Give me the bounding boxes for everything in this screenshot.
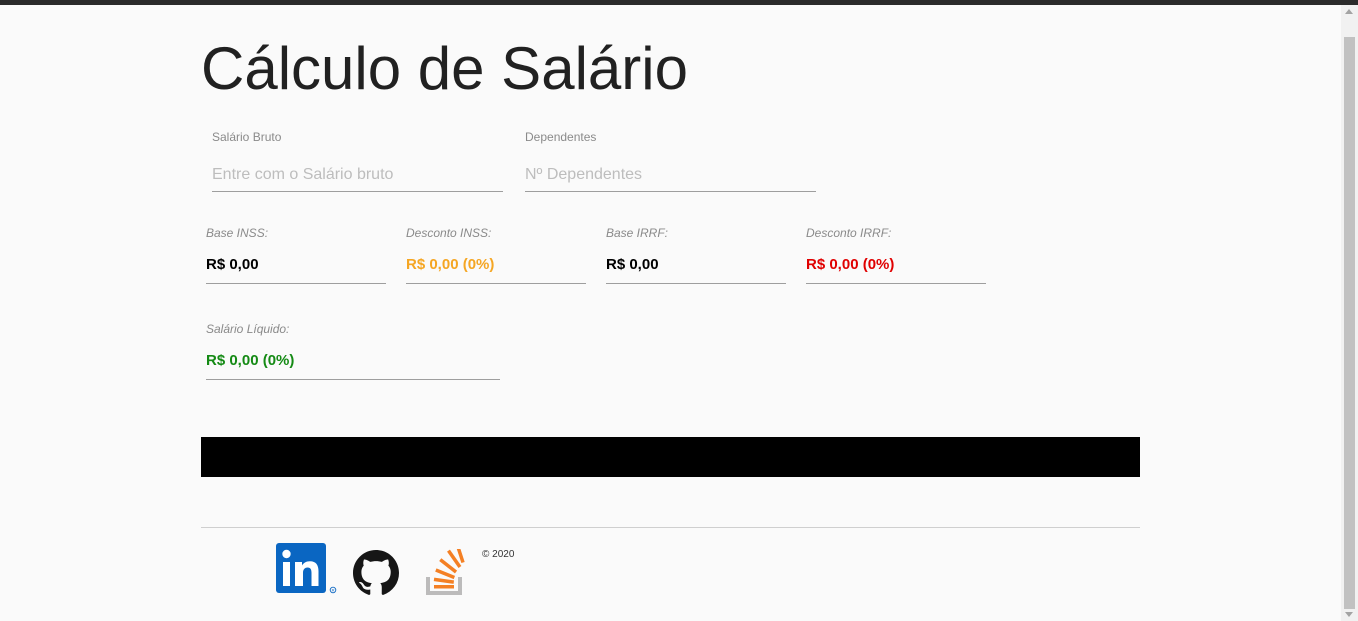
dependentes-input[interactable] [525, 158, 816, 192]
page-title: Cálculo de Salário [201, 35, 688, 102]
desconto-irrf-result: Desconto IRRF: R$ 0,00 (0%) [806, 226, 986, 284]
copyright-text: © 2020 [482, 549, 515, 560]
svg-text:R: R [332, 588, 335, 593]
salario-bruto-field: Salário Bruto [212, 130, 503, 192]
desconto-inss-value: R$ 0,00 (0%) [406, 256, 586, 284]
salario-liquido-result: Salário Líquido: R$ 0,00 (0%) [206, 322, 500, 380]
scroll-up-arrow-icon[interactable] [1345, 9, 1353, 14]
github-link[interactable] [352, 550, 400, 601]
dependentes-label: Dependentes [525, 130, 597, 144]
stackoverflow-icon [426, 544, 465, 595]
salario-liquido-label: Salário Líquido: [206, 322, 290, 336]
desconto-inss-result: Desconto INSS: R$ 0,00 (0%) [406, 226, 586, 284]
desconto-irrf-value: R$ 0,00 (0%) [806, 256, 986, 284]
desconto-inss-label: Desconto INSS: [406, 226, 492, 240]
dependentes-field: Dependentes [525, 130, 816, 192]
scrollbar-thumb[interactable] [1344, 37, 1355, 609]
stackoverflow-link[interactable] [424, 544, 468, 600]
base-inss-label: Base INSS: [206, 226, 269, 240]
base-irrf-result: Base IRRF: R$ 0,00 [606, 226, 786, 284]
black-banner [201, 437, 1140, 477]
linkedin-link[interactable]: R [276, 543, 338, 600]
footer-divider [201, 527, 1140, 528]
browser-top-bar [0, 0, 1358, 5]
base-inss-result: Base INSS: R$ 0,00 [206, 226, 386, 284]
base-inss-value: R$ 0,00 [206, 256, 386, 284]
vertical-scrollbar[interactable] [1341, 5, 1358, 621]
desconto-irrf-label: Desconto IRRF: [806, 226, 892, 240]
linkedin-icon: R [276, 543, 337, 594]
salario-liquido-value: R$ 0,00 (0%) [206, 352, 500, 380]
base-irrf-value: R$ 0,00 [606, 256, 786, 284]
github-icon [353, 550, 399, 595]
scroll-down-arrow-icon[interactable] [1345, 612, 1353, 617]
salario-bruto-input[interactable] [212, 158, 503, 192]
base-irrf-label: Base IRRF: [606, 226, 669, 240]
salario-bruto-label: Salário Bruto [212, 130, 282, 144]
